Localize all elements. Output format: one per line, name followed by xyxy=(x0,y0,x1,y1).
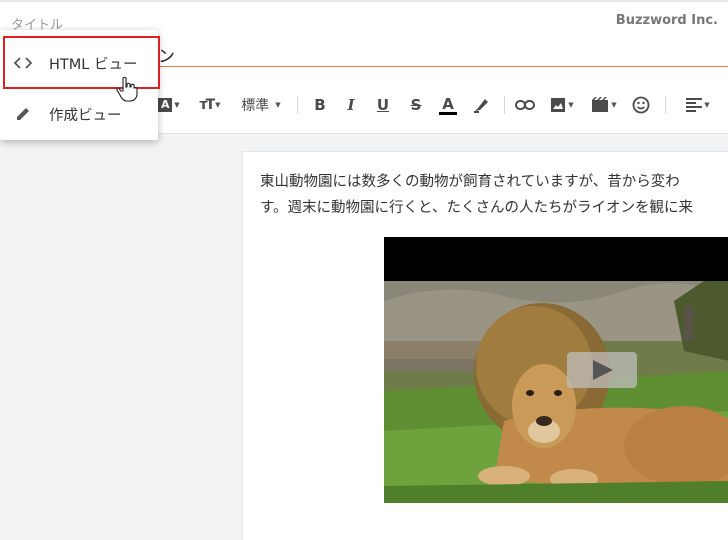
article-paragraph[interactable]: 東山動物園には数多くの動物が飼育されていますが、昔から変わ す。週末に動物園に行… xyxy=(260,169,728,225)
strikethrough-icon: S xyxy=(410,96,422,114)
toolbar-divider xyxy=(504,96,505,114)
chevron-down-icon: ▼ xyxy=(704,101,710,109)
highlighter-icon xyxy=(474,99,488,113)
paragraph-line-2: す。週末に動物園に行くと、たくさんの人たちがライオンを観に来 xyxy=(260,200,693,216)
chevron-down-icon: ▼ xyxy=(611,101,617,109)
toolbar-divider xyxy=(297,96,298,114)
emoji-button[interactable] xyxy=(630,92,652,118)
strikethrough-button[interactable]: S xyxy=(405,92,427,118)
chevron-down-icon: ▼ xyxy=(275,101,281,109)
video-icon xyxy=(592,97,609,112)
lion-photo xyxy=(384,281,728,503)
paragraph-style-dropdown[interactable]: 標準 ▼ xyxy=(236,92,286,118)
paragraph-line-1: 東山動物園には数多くの動物が飼育されていますが、昔から変わ xyxy=(260,174,680,190)
title-input[interactable]: ン xyxy=(158,42,175,67)
video-button[interactable]: ▼ xyxy=(588,92,620,118)
chevron-down-icon: ▼ xyxy=(174,101,180,109)
font-color-a-icon: A xyxy=(158,98,173,112)
align-button[interactable]: ▼ xyxy=(681,92,715,118)
link-icon xyxy=(515,100,535,110)
video-play-button[interactable] xyxy=(567,352,637,388)
hand-cursor-icon xyxy=(116,76,138,102)
image-icon xyxy=(551,98,566,112)
chevron-down-icon: ▼ xyxy=(215,101,221,109)
bold-button[interactable]: B xyxy=(310,92,330,118)
text-size-icon: ᴛT xyxy=(199,97,215,113)
link-button[interactable] xyxy=(514,92,536,118)
play-icon xyxy=(593,360,613,380)
bold-icon: B xyxy=(314,96,326,114)
font-color-button[interactable]: A ▼ xyxy=(154,92,184,118)
paragraph-style-label: 標準 xyxy=(241,98,270,114)
emoji-icon xyxy=(632,96,650,114)
underline-icon: U xyxy=(376,96,390,114)
text-color-button[interactable]: A xyxy=(437,92,459,118)
image-button[interactable]: ▼ xyxy=(547,92,577,118)
chevron-down-icon: ▼ xyxy=(568,101,574,109)
underline-button[interactable]: U xyxy=(373,92,393,118)
text-color-icon: A xyxy=(442,94,454,113)
editor-content-area[interactable]: 東山動物園には数多くの動物が飼育されていますが、昔から変わ す。週末に動物園に行… xyxy=(242,151,728,540)
brand-name: Buzzword Inc. xyxy=(615,13,718,28)
pencil-icon xyxy=(13,104,33,124)
text-color-swatch xyxy=(439,111,457,115)
text-size-button[interactable]: ᴛT ▼ xyxy=(195,92,225,118)
editor-screen: タイトル Buzzword Inc. ン A ▼ ᴛT ▼ 標準 ▼ B I U… xyxy=(0,0,728,540)
menu-item-label: 作成ビュー xyxy=(49,107,122,124)
italic-icon: I xyxy=(347,96,355,114)
italic-button[interactable]: I xyxy=(341,92,361,118)
highlighter-button[interactable] xyxy=(470,92,492,118)
toolbar-divider xyxy=(665,96,666,114)
align-icon xyxy=(686,98,703,112)
embedded-video[interactable] xyxy=(384,237,728,503)
